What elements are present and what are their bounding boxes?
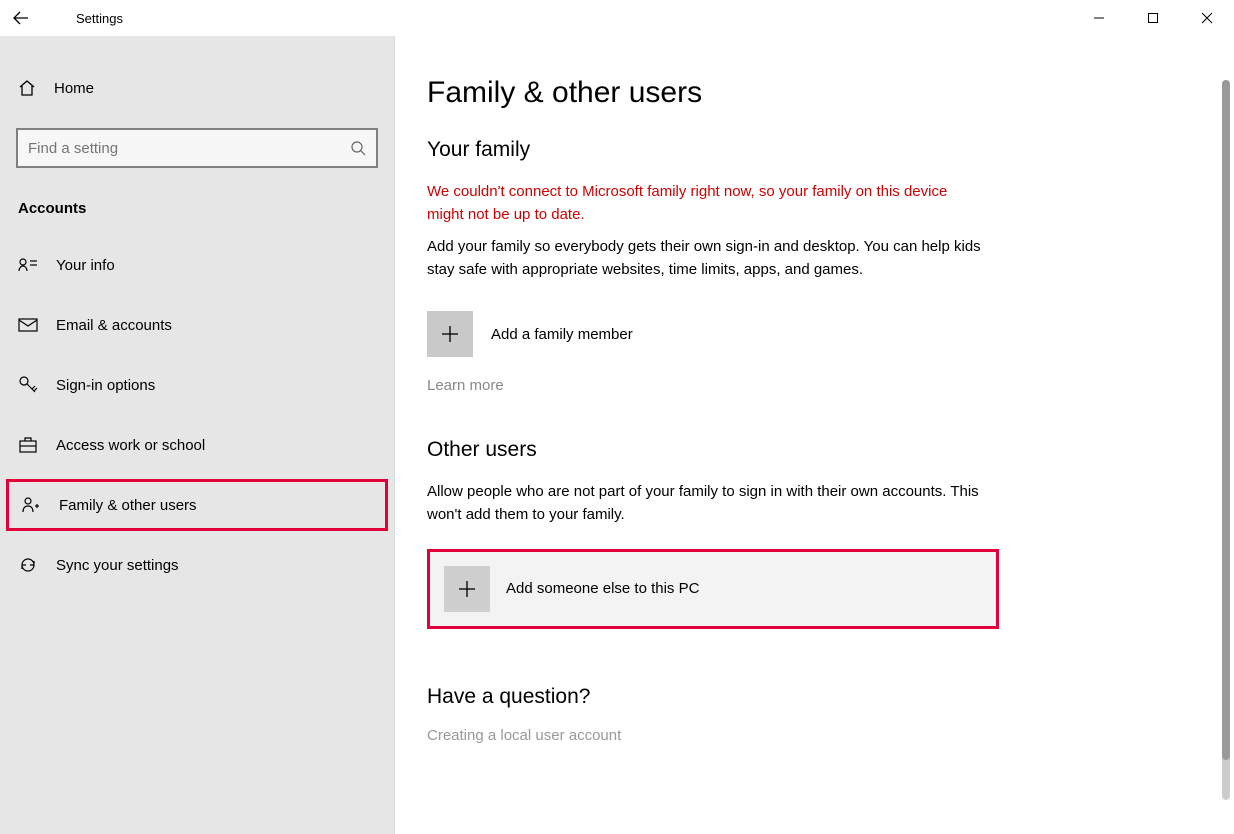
search-icon [350,140,366,156]
scrollbar-thumb[interactable] [1222,80,1230,760]
window-title: Settings [76,11,123,26]
family-error-text: We couldn't connect to Microsoft family … [427,180,987,227]
add-someone-else-label: Add someone else to this PC [506,580,699,597]
family-heading: Your family [427,138,1182,162]
titlebar: Settings [0,0,1234,36]
sync-icon [18,555,38,575]
mail-icon [18,317,38,333]
back-button[interactable] [0,0,42,36]
plus-icon-box [427,311,473,357]
maximize-button[interactable] [1126,0,1180,36]
sidebar-item-label: Your info [56,257,115,274]
question-heading: Have a question? [427,685,1182,709]
sidebar-item-access-work-school[interactable]: Access work or school [0,419,394,471]
sidebar-item-label: Family & other users [59,497,197,514]
sidebar-item-label: Email & accounts [56,317,172,334]
maximize-icon [1147,12,1159,24]
sidebar-item-family-other-users[interactable]: Family & other users [6,479,388,531]
family-description: Add your family so everybody gets their … [427,235,987,282]
people-plus-icon [21,496,41,514]
sidebar-item-email-accounts[interactable]: Email & accounts [0,299,394,351]
add-someone-else-button[interactable]: Add someone else to this PC [427,549,999,629]
key-icon [18,375,38,395]
home-icon [18,79,36,97]
learn-more-link[interactable]: Learn more [427,377,1182,394]
sidebar-item-sign-in-options[interactable]: Sign-in options [0,359,394,411]
plus-icon-box [444,566,490,612]
person-card-icon [18,257,38,273]
arrow-left-icon [13,10,29,26]
close-button[interactable] [1180,0,1234,36]
content-area: Family & other users Your family We coul… [395,36,1222,834]
minimize-button[interactable] [1072,0,1126,36]
sidebar-item-your-info[interactable]: Your info [0,239,394,291]
search-input[interactable] [28,140,350,157]
search-box[interactable] [16,128,378,168]
minimize-icon [1093,12,1105,24]
add-family-member-button[interactable]: Add a family member [427,311,1182,357]
help-link-local-user[interactable]: Creating a local user account [427,727,1182,744]
scrollbar[interactable] [1222,80,1230,800]
other-users-description: Allow people who are not part of your fa… [427,480,987,527]
home-label: Home [54,80,94,97]
home-nav[interactable]: Home [0,66,394,110]
briefcase-icon [18,436,38,454]
sidebar-item-label: Access work or school [56,437,205,454]
page-title: Family & other users [427,76,1182,110]
sidebar-item-sync-settings[interactable]: Sync your settings [0,539,394,591]
sidebar-section-label: Accounts [0,174,394,231]
close-icon [1201,12,1213,24]
add-family-label: Add a family member [491,326,633,343]
other-users-heading: Other users [427,438,1182,462]
plus-icon [440,324,460,344]
sidebar-item-label: Sign-in options [56,377,155,394]
plus-icon [457,579,477,599]
sidebar-item-label: Sync your settings [56,557,179,574]
sidebar: Home Accounts Your info Email & accounts… [0,36,395,834]
